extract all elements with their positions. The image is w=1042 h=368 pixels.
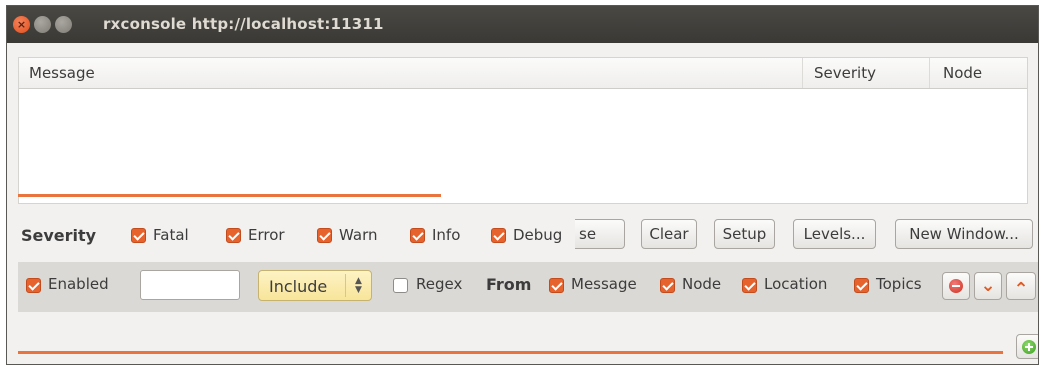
from-node-checkbox[interactable] (660, 278, 675, 293)
from-topics-label: Topics (876, 275, 922, 293)
remove-filter-button[interactable] (942, 272, 970, 300)
debug-label: Debug (513, 226, 563, 244)
table-header: Message Severity Node (19, 58, 1027, 89)
enabled-label: Enabled (48, 275, 109, 293)
combo-value: Include (269, 277, 328, 296)
move-down-button[interactable]: ⌄ (974, 272, 1002, 300)
clear-button[interactable]: Clear (641, 219, 697, 249)
regex-checkbox[interactable] (393, 278, 408, 293)
pause-button[interactable]: se (575, 219, 625, 249)
from-location-checkbox[interactable] (742, 278, 757, 293)
chevron-down-icon: ⌄ (980, 275, 996, 296)
severity-toolbar: Severity Fatal Error Warn Info Debug se … (7, 218, 1038, 254)
from-node-label: Node (682, 275, 722, 293)
chevron-up-icon: ⌃ (1013, 279, 1029, 300)
include-exclude-combo[interactable]: Include ▲ ▼ (258, 270, 372, 301)
filter-row: Enabled Include ▲ ▼ Regex From Message No… (18, 262, 1038, 312)
warn-label: Warn (339, 226, 378, 244)
setup-button[interactable]: Setup (714, 219, 775, 249)
from-message-checkbox[interactable] (549, 278, 564, 293)
regex-label: Regex (416, 275, 463, 293)
title-bar: × rxconsole http://localhost:11311 (7, 6, 1038, 43)
column-divider[interactable] (802, 58, 803, 88)
rxconsole-window: × rxconsole http://localhost:11311 Messa… (6, 5, 1039, 365)
info-checkbox[interactable] (410, 228, 425, 243)
add-icon (1022, 340, 1036, 354)
from-message-label: Message (571, 275, 637, 293)
window-title: rxconsole http://localhost:11311 (103, 15, 384, 33)
error-checkbox[interactable] (226, 228, 241, 243)
maximize-icon[interactable] (55, 16, 72, 33)
message-table[interactable]: Message Severity Node (18, 57, 1028, 204)
info-label: Info (432, 226, 461, 244)
new-window-button[interactable]: New Window... (895, 219, 1033, 249)
fatal-label: Fatal (153, 226, 189, 244)
enabled-checkbox[interactable] (26, 278, 41, 293)
combo-arrows-icon: ▲ ▼ (345, 274, 371, 297)
remove-icon (949, 279, 963, 293)
levels-button[interactable]: Levels... (793, 219, 876, 249)
move-up-button[interactable]: ⌃ (1006, 272, 1036, 300)
fatal-checkbox[interactable] (131, 228, 146, 243)
filter-splitter-handle[interactable] (18, 351, 1003, 354)
splitter-handle[interactable] (18, 194, 441, 197)
column-divider[interactable] (929, 58, 930, 88)
column-header-severity[interactable]: Severity (814, 64, 876, 82)
add-filter-button[interactable] (1016, 334, 1038, 359)
minimize-icon[interactable] (34, 16, 51, 33)
error-label: Error (248, 226, 285, 244)
filter-text-input[interactable] (140, 270, 240, 300)
from-location-label: Location (764, 275, 828, 293)
close-icon[interactable]: × (13, 16, 30, 33)
warn-checkbox[interactable] (317, 228, 332, 243)
severity-label: Severity (21, 226, 97, 245)
debug-checkbox[interactable] (491, 228, 506, 243)
column-header-message[interactable]: Message (29, 64, 95, 82)
column-header-node[interactable]: Node (943, 64, 982, 82)
from-label: From (486, 275, 532, 294)
from-topics-checkbox[interactable] (854, 278, 869, 293)
